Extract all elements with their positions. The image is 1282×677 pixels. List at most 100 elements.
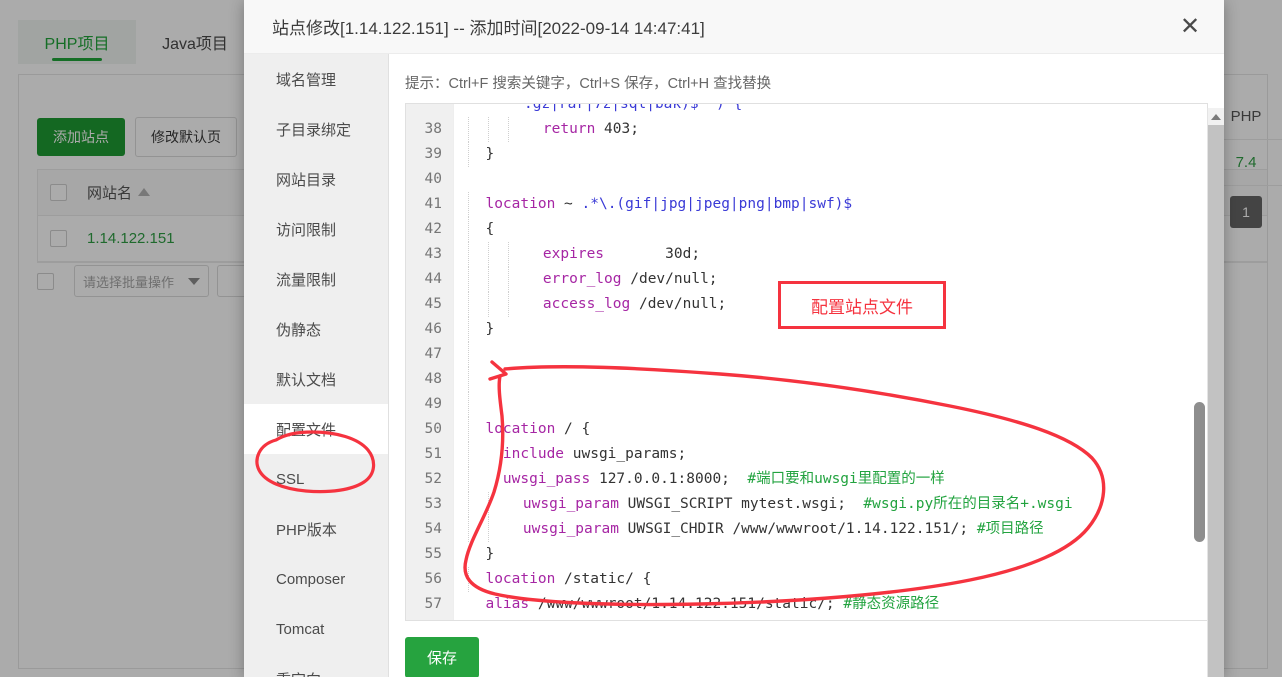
line-number: 54 (406, 517, 454, 542)
line-number: 55 (406, 542, 454, 567)
code-token: #端口要和uwsgi里配置的一样 (747, 471, 944, 487)
code-token (488, 496, 523, 512)
code-token: } (468, 321, 494, 337)
code-line-partial: .gz|rar|7z|sql|bak)$ ) { (406, 104, 1207, 117)
code-token: .gz|rar|7z|sql|bak)$ ) { (524, 104, 742, 112)
code-token: } (468, 546, 494, 562)
code-line: 43 expires 30d; (406, 242, 1207, 267)
sidebar-item-label: 访问限制 (276, 219, 336, 240)
indent-guide (468, 517, 469, 542)
sidebar-item-6[interactable]: 默认文档 (244, 354, 388, 404)
code-token: location (485, 421, 555, 437)
line-number: 52 (406, 467, 454, 492)
code-token: uwsgi_params; (564, 446, 686, 462)
editor-scrollbar[interactable] (1194, 106, 1205, 618)
code-token (508, 246, 543, 262)
code-text: include uwsgi_params; (454, 442, 686, 467)
sidebar-item-12[interactable]: 重定向 (244, 654, 388, 677)
code-text: } (454, 542, 494, 567)
code-token: return (543, 121, 595, 137)
code-text: access_log /dev/null; (454, 292, 726, 317)
line-number: 44 (406, 267, 454, 292)
indent-guide (468, 367, 469, 392)
indent-guide (488, 267, 489, 292)
code-line: 57 alias /www/wwwroot/1.14.122.151/stati… (406, 592, 1207, 617)
code-token: /static/ { (555, 571, 651, 587)
code-line: 39 } (406, 142, 1207, 167)
code-token (508, 296, 543, 312)
code-token: alias (485, 596, 529, 612)
code-text: uwsgi_param UWSGI_CHDIR /www/wwwroot/1.1… (454, 517, 1044, 542)
code-text: .gz|rar|7z|sql|bak)$ ) { (454, 104, 742, 117)
sidebar-item-label: SSL (276, 471, 304, 488)
code-token: access_log (543, 296, 630, 312)
line-number: 40 (406, 167, 454, 192)
sidebar-item-7[interactable]: 配置文件 (244, 404, 388, 454)
sidebar-item-label: 子目录绑定 (276, 119, 351, 140)
modal-scrollbar-track[interactable] (1208, 125, 1224, 677)
indent-guide (468, 492, 469, 517)
site-edit-modal: 站点修改[1.14.122.151] -- 添加时间[2022-09-14 14… (244, 0, 1224, 677)
code-text (454, 392, 468, 417)
code-text (454, 342, 468, 367)
code-token (468, 446, 503, 462)
code-line: 47 (406, 342, 1207, 367)
code-token: /www/wwwroot/1.14.122.151/static/; (529, 596, 843, 612)
sidebar-item-9[interactable]: PHP版本 (244, 504, 388, 554)
editor-scrollbar-thumb[interactable] (1194, 402, 1205, 542)
sidebar-item-1[interactable]: 子目录绑定 (244, 104, 388, 154)
line-number: 47 (406, 342, 454, 367)
code-token (468, 196, 485, 212)
code-token: #项目路径 (977, 521, 1044, 537)
code-token: #wsgi.py所在的目录名+.wsgi (863, 496, 1072, 512)
sidebar-item-11[interactable]: Tomcat (244, 604, 388, 654)
code-text: return 403; (454, 117, 639, 142)
sidebar-item-2[interactable]: 网站目录 (244, 154, 388, 204)
code-text (454, 167, 468, 192)
line-number: 39 (406, 142, 454, 167)
line-number: 49 (406, 392, 454, 417)
code-line: 51 include uwsgi_params; (406, 442, 1207, 467)
line-number: 56 (406, 567, 454, 592)
save-button[interactable]: 保存 (405, 637, 479, 677)
modal-content: 提示：Ctrl+F 搜索关键字，Ctrl+S 保存，Ctrl+H 查找替换 .g… (389, 54, 1224, 677)
code-token: /dev/null; (622, 271, 718, 287)
sidebar-item-10[interactable]: Composer (244, 554, 388, 604)
code-text: uwsgi_pass 127.0.0.1:8000; #端口要和uwsgi里配置… (454, 467, 945, 492)
code-line: 49 (406, 392, 1207, 417)
code-token: ~ (555, 196, 581, 212)
code-token: uwsgi_param (523, 521, 619, 537)
code-token (468, 471, 503, 487)
code-token: expires (543, 246, 604, 262)
sidebar-item-0[interactable]: 域名管理 (244, 54, 388, 104)
code-text: } (454, 617, 494, 620)
code-token: uwsgi_param (523, 496, 619, 512)
sidebar-item-4[interactable]: 流量限制 (244, 254, 388, 304)
code-token (468, 571, 485, 587)
code-line: 44 error_log /dev/null; (406, 267, 1207, 292)
code-token (508, 271, 543, 287)
code-text: expires 30d; (454, 242, 700, 267)
sidebar-item-3[interactable]: 访问限制 (244, 204, 388, 254)
line-number: 41 (406, 192, 454, 217)
modal-scrollbar[interactable] (1207, 108, 1224, 677)
scroll-up-arrow-icon[interactable] (1208, 108, 1224, 125)
code-text (454, 367, 468, 392)
line-number: 51 (406, 442, 454, 467)
code-line: 48 (406, 367, 1207, 392)
indent-guide (468, 117, 469, 142)
code-token: uwsgi_pass (503, 471, 590, 487)
editor-hint: 提示：Ctrl+F 搜索关键字，Ctrl+S 保存，Ctrl+H 查找替换 (405, 54, 1208, 103)
sidebar-item-label: Tomcat (276, 621, 324, 638)
config-file-editor[interactable]: .gz|rar|7z|sql|bak)$ ) {38 return 403;39… (405, 103, 1208, 621)
indent-guide (468, 392, 469, 417)
close-icon[interactable]: ✕ (1170, 7, 1210, 47)
sidebar-item-5[interactable]: 伪静态 (244, 304, 388, 354)
line-number: 42 (406, 217, 454, 242)
line-number: 58 (406, 617, 454, 620)
sidebar-item-8[interactable]: SSL (244, 454, 388, 504)
sidebar-item-label: 网站目录 (276, 169, 336, 190)
code-line: 40 (406, 167, 1207, 192)
code-token: include (503, 446, 564, 462)
code-token: .*\.(gif|jpg|jpeg|png|bmp|swf)$ (582, 196, 853, 212)
